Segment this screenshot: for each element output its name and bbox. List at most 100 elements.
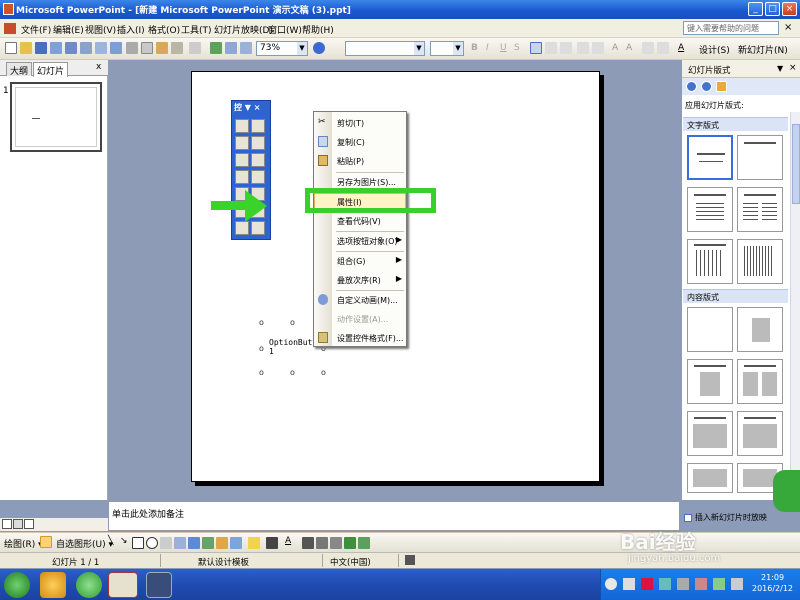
align-left-icon[interactable] — [530, 42, 542, 54]
close-panel-icon[interactable]: x — [96, 62, 101, 72]
start-button-icon[interactable] — [4, 572, 30, 598]
combobox-tool-icon[interactable] — [251, 170, 265, 184]
chevron-down-icon[interactable]: ▼ — [777, 64, 783, 73]
show-on-insert-checkbox[interactable]: 插入新幻灯片时放映 — [684, 512, 767, 523]
home-icon[interactable] — [716, 81, 727, 92]
code-tool-icon[interactable] — [251, 119, 265, 133]
option-button-tool-icon[interactable] — [251, 153, 265, 167]
email-icon[interactable] — [65, 42, 77, 54]
menu-item-option-button-object[interactable]: 选项按钮对象(O) ▶ — [314, 232, 406, 250]
flag-tray-icon[interactable] — [731, 578, 743, 590]
battery-tray-icon[interactable] — [695, 578, 707, 590]
bold-icon[interactable]: B — [471, 43, 478, 53]
browser-icon[interactable] — [76, 572, 102, 598]
line-icon[interactable]: ╲ — [108, 536, 113, 546]
layout-title-two-content[interactable] — [737, 359, 783, 404]
menu-item-format-control[interactable]: 设置控件格式(F)... — [314, 329, 406, 347]
toolbox-header[interactable]: 控 ▼ × — [232, 101, 270, 114]
print-icon[interactable] — [80, 42, 92, 54]
menu-edit[interactable]: 编辑(E) — [53, 23, 84, 36]
layout-two-column[interactable] — [737, 187, 783, 232]
undo-icon[interactable] — [171, 42, 183, 54]
selection-handle[interactable]: o — [259, 368, 264, 377]
clipart-icon[interactable] — [216, 537, 228, 549]
checkbox-icon[interactable] — [684, 513, 692, 522]
selection-handle[interactable]: o — [259, 344, 264, 353]
italic-icon[interactable]: I — [486, 43, 489, 53]
decrease-indent-icon[interactable] — [642, 42, 654, 54]
grid-icon[interactable] — [240, 42, 252, 54]
menu-format[interactable]: 格式(O) — [148, 23, 180, 36]
menu-item-cut[interactable]: ✂ 剪切(T) — [314, 114, 406, 132]
new-icon[interactable] — [5, 42, 17, 54]
new-slide-button[interactable]: 新幻灯片(N) — [738, 43, 788, 56]
image-tool-icon[interactable] — [235, 221, 249, 235]
menu-item-paste[interactable]: 粘贴(P) — [314, 152, 406, 170]
line-style-icon[interactable] — [302, 537, 314, 549]
layout-four-content[interactable] — [737, 411, 783, 456]
line-color-icon[interactable] — [266, 537, 278, 549]
open-icon[interactable] — [20, 42, 32, 54]
menu-item-copy[interactable]: 复制(C) — [314, 133, 406, 151]
picture-icon[interactable] — [230, 537, 242, 549]
layout-content-more[interactable] — [687, 463, 733, 493]
select-pointer-icon[interactable] — [40, 536, 52, 548]
scrollbar-thumb[interactable] — [792, 124, 800, 204]
chart-icon[interactable] — [210, 42, 222, 54]
layout-vertical-title-text[interactable] — [737, 239, 783, 284]
menu-window[interactable]: 窗口(W) — [268, 23, 302, 36]
arrow-icon[interactable]: ↘ — [120, 536, 128, 546]
slideshow-view-icon[interactable] — [24, 519, 34, 529]
layout-blank[interactable] — [687, 307, 733, 352]
save-icon[interactable] — [35, 42, 47, 54]
more-controls-icon[interactable] — [251, 221, 265, 235]
font-size-combo[interactable]: ▼ — [430, 41, 464, 56]
arrow-style-icon[interactable] — [330, 537, 342, 549]
3d-style-icon[interactable] — [358, 537, 370, 549]
listbox-tool-icon[interactable] — [235, 170, 249, 184]
chevron-down-icon[interactable]: ▼ — [297, 42, 307, 55]
menu-insert[interactable]: 插入(I) — [117, 23, 145, 36]
draw-menu-button[interactable]: 绘图(R) ▾ — [4, 537, 43, 550]
layout-content[interactable] — [737, 307, 783, 352]
oval-icon[interactable] — [146, 537, 158, 549]
vertical-textbox-icon[interactable] — [174, 537, 186, 549]
button-tool-icon[interactable] — [235, 153, 249, 167]
chevron-down-icon[interactable]: ▼ — [414, 42, 424, 55]
spelling-icon[interactable] — [110, 42, 122, 54]
table-icon[interactable] — [225, 42, 237, 54]
menu-help[interactable]: 帮助(H) — [302, 23, 334, 36]
task-pane-scrollbar[interactable] — [790, 112, 800, 490]
permission-icon[interactable] — [50, 42, 62, 54]
dash-style-icon[interactable] — [316, 537, 328, 549]
layout-vertical-text[interactable] — [687, 239, 733, 284]
font-color-icon[interactable]: A — [678, 43, 684, 53]
bullets-icon[interactable] — [592, 42, 604, 54]
app-taskbar-icon[interactable] — [146, 572, 172, 598]
help-search-input[interactable]: 键入需要帮助的问题 — [683, 21, 779, 35]
text-color-icon[interactable]: A — [285, 536, 291, 546]
cut-icon[interactable] — [126, 42, 138, 54]
fill-color-icon[interactable] — [248, 537, 260, 549]
maximize-button[interactable]: □ — [765, 2, 780, 16]
close-doc-icon[interactable]: × — [784, 22, 792, 33]
ime-tray-icon[interactable] — [677, 578, 689, 590]
tab-slides[interactable]: 幻灯片 — [33, 62, 69, 77]
shadow-icon[interactable]: S — [514, 43, 520, 53]
powerpoint-taskbar-icon[interactable] — [108, 572, 138, 598]
increase-font-icon[interactable]: A — [612, 43, 618, 53]
wordart-icon[interactable] — [188, 537, 200, 549]
layout-title-only[interactable] — [737, 135, 783, 180]
autoshape-menu-button[interactable]: 自选图形(U) ▾ — [56, 537, 113, 550]
shadow-style-icon[interactable] — [344, 537, 356, 549]
textbox-tool-icon[interactable] — [251, 136, 265, 150]
properties-tool-icon[interactable] — [235, 119, 249, 133]
clock[interactable]: 21:09 2016/2/12 — [752, 572, 793, 594]
normal-view-icon[interactable] — [2, 519, 12, 529]
sync-tray-icon[interactable] — [713, 578, 725, 590]
volume-tray-icon[interactable] — [659, 578, 671, 590]
menu-item-group[interactable]: 组合(G) ▶ — [314, 252, 406, 270]
forward-icon[interactable] — [701, 81, 712, 92]
menu-item-view-code[interactable]: 查看代码(V) — [314, 212, 406, 230]
paste-icon[interactable] — [156, 42, 168, 54]
